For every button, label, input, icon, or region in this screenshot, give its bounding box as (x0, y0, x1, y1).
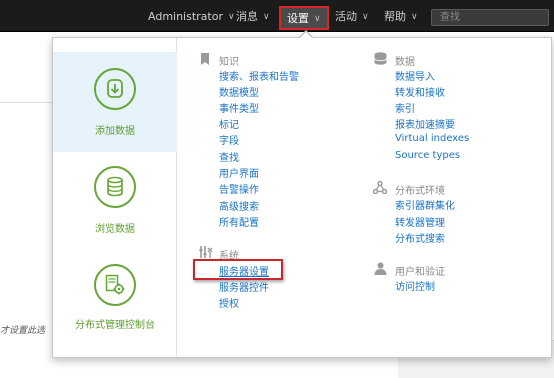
distributed-icon (372, 180, 388, 197)
link-lookups[interactable]: 查找 (219, 149, 239, 164)
link-data-inputs[interactable]: 数据导入 (395, 68, 435, 83)
help-menu[interactable]: 帮助 ∨ (384, 0, 418, 32)
chevron-down-icon: ∨ (362, 12, 369, 22)
link-indexer-clustering[interactable]: 索引器群集化 (395, 197, 455, 212)
search-placeholder: 查找 (440, 12, 460, 23)
link-distributed-search[interactable]: 分布式搜索 (395, 230, 445, 245)
background-text: 才设置此选 (0, 326, 46, 336)
help-menu-label: 帮助 (384, 10, 406, 23)
link-forwarding-receiving[interactable]: 转发和接收 (395, 84, 445, 99)
explore-data-icon (94, 166, 136, 208)
database-icon (374, 52, 387, 68)
link-fields[interactable]: 字段 (219, 132, 239, 147)
link-server-settings[interactable]: 服务器设置 (219, 263, 269, 278)
link-tags[interactable]: 标记 (219, 116, 239, 131)
link-advanced-search[interactable]: 高级搜索 (219, 198, 259, 213)
link-server-controls[interactable]: 服务器控件 (219, 279, 269, 294)
user-icon (374, 262, 387, 278)
user-menu-label: Administrator (148, 10, 223, 23)
activity-menu[interactable]: 活动 ∨ (335, 0, 369, 32)
settings-menu[interactable]: 设置 ∨ (279, 6, 329, 30)
quick-actions-column: 添加数据 浏览数据 分布式管理控制台 (53, 38, 177, 357)
chevron-down-icon: ∨ (314, 14, 321, 24)
users-heading: 用户和验证 (395, 267, 445, 278)
search-input[interactable]: 查找 (431, 9, 549, 26)
tile-distributed-console[interactable]: 分布式管理控制台 (53, 252, 177, 352)
user-menu[interactable]: Administrator ∨ (148, 0, 235, 32)
knowledge-heading: 知识 (219, 57, 239, 68)
link-user-interface[interactable]: 用户界面 (219, 165, 259, 180)
add-data-icon (94, 68, 136, 110)
tile-add-data-label: 添加数据 (95, 126, 135, 137)
chevron-down-icon: ∨ (263, 12, 270, 22)
activity-menu-label: 活动 (335, 10, 357, 23)
link-indexes[interactable]: 索引 (395, 100, 415, 115)
tile-add-data[interactable]: 添加数据 (53, 52, 177, 152)
distributed-heading: 分布式环境 (395, 186, 445, 197)
link-search-reports-alerts[interactable]: 搜索、报表和告警 (219, 68, 299, 83)
tile-explore-data[interactable]: 浏览数据 (53, 152, 177, 252)
tile-distributed-console-label: 分布式管理控制台 (75, 320, 155, 331)
link-data-models[interactable]: 数据模型 (219, 84, 259, 99)
distributed-console-icon (94, 264, 136, 306)
chevron-down-icon: ∨ (411, 12, 418, 22)
link-alert-actions[interactable]: 告警操作 (219, 181, 259, 196)
link-report-acceleration[interactable]: 报表加速摘要 (395, 116, 455, 131)
link-virtual-indexes[interactable]: Virtual indexes (395, 133, 469, 144)
bookmark-icon (201, 53, 209, 68)
link-access-controls[interactable]: 访问控制 (395, 278, 435, 293)
link-all-configurations[interactable]: 所有配置 (219, 214, 259, 229)
chevron-down-icon: ∨ (228, 12, 235, 22)
link-source-types[interactable]: Source types (395, 150, 460, 161)
settings-menu-label: 设置 (287, 12, 309, 25)
dropdown-caret-inner (300, 32, 312, 38)
messages-menu[interactable]: 消息 ∨ (236, 0, 270, 32)
top-bar: Administrator ∨ 消息 ∨ 设置 ∨ 活动 ∨ 帮助 ∨ 查找 (0, 0, 554, 32)
messages-menu-label: 消息 (236, 10, 258, 23)
tile-explore-data-label: 浏览数据 (95, 224, 135, 235)
settings-dropdown: 添加数据 浏览数据 分布式管理控制台 知识 搜索、报表和告警 数据模型 事件类型… (52, 37, 552, 358)
data-heading: 数据 (395, 57, 415, 68)
background-divider (0, 102, 52, 103)
link-forwarder-management[interactable]: 转发器管理 (395, 214, 445, 229)
link-event-types[interactable]: 事件类型 (219, 100, 259, 115)
link-licensing[interactable]: 授权 (219, 295, 239, 310)
